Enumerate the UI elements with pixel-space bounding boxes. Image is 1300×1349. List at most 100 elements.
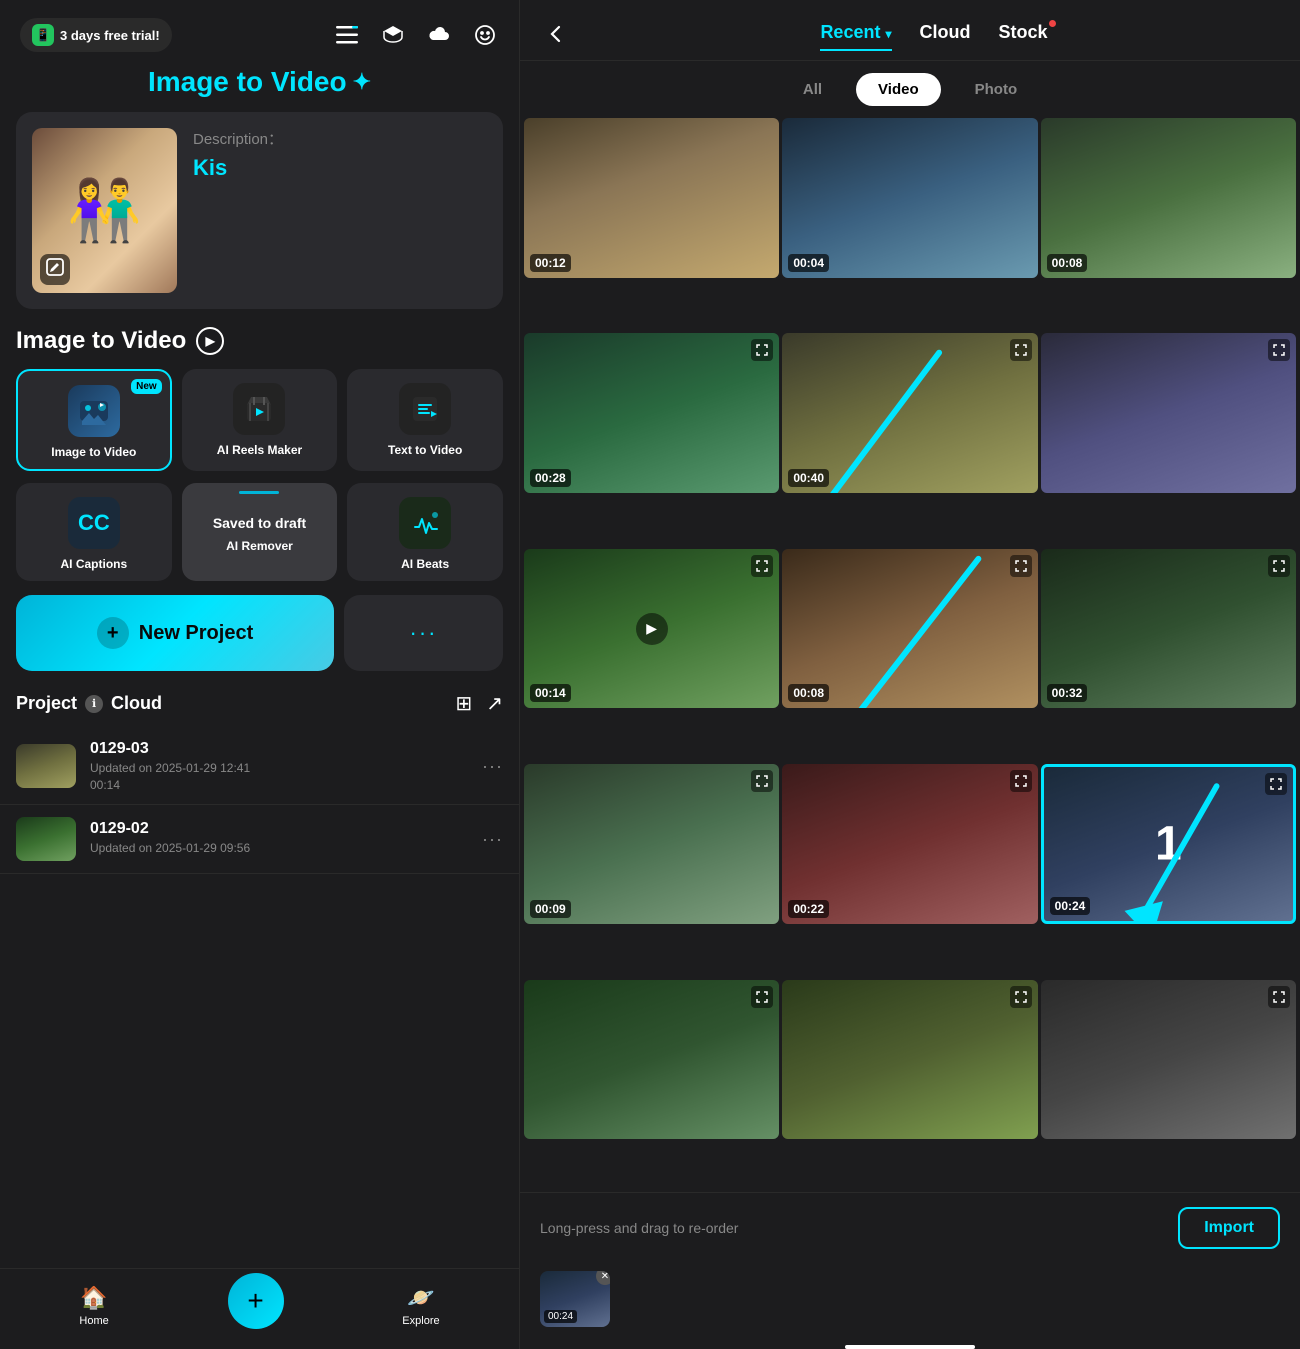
hero-info: Description： Kis: [193, 128, 487, 181]
expand-icon-11[interactable]: [1010, 770, 1032, 792]
cloud-icon[interactable]: [425, 21, 453, 49]
video-thumb-13[interactable]: [524, 980, 779, 1140]
expand-icon-15[interactable]: [1268, 986, 1290, 1008]
video-thumb-11[interactable]: 00:22: [782, 764, 1037, 924]
right-tabs: Recent ▾ Cloud Stock: [588, 22, 1280, 47]
cloud-label: Cloud: [111, 693, 162, 714]
play-icon-7[interactable]: ▶: [636, 613, 668, 645]
home-indicator: [845, 1345, 975, 1349]
nav-explore[interactable]: 🪐 Explore: [402, 1285, 439, 1327]
video-thumb-10[interactable]: 00:09: [524, 764, 779, 924]
video-thumb-1[interactable]: 00:12: [524, 118, 779, 278]
back-button[interactable]: [540, 18, 572, 50]
video-duration-11: 00:22: [788, 900, 829, 918]
video-duration-2: 00:04: [788, 254, 829, 272]
home-icon: 🏠: [80, 1285, 107, 1311]
tab-recent[interactable]: Recent ▾: [820, 22, 891, 47]
video-duration-9: 00:32: [1047, 684, 1088, 702]
project-more-2[interactable]: ···: [482, 829, 503, 850]
project-item-1[interactable]: 0129-03 Updated on 2025-01-29 12:41 00:1…: [0, 728, 519, 805]
import-button[interactable]: Import: [1178, 1207, 1280, 1249]
desc-value: Kis: [193, 155, 487, 181]
trial-badge[interactable]: 📱 3 days free trial!: [20, 18, 172, 52]
project-row: + New Project ···: [0, 595, 519, 671]
expand-icon-13[interactable]: [751, 986, 773, 1008]
graduation-icon[interactable]: [379, 21, 407, 49]
expand-icon-7[interactable]: [751, 555, 773, 577]
video-thumb-7[interactable]: ▶ 00:14: [524, 549, 779, 709]
video-thumb-5[interactable]: 00:40: [782, 333, 1037, 493]
project-header: Project ℹ Cloud ⊞ ↗: [0, 691, 519, 728]
project-duration-1: 00:14: [90, 778, 468, 792]
expand-icon-5[interactable]: [1010, 339, 1032, 361]
project-item-2[interactable]: 0129-02 Updated on 2025-01-29 09:56 ···: [0, 805, 519, 874]
video-thumb-8[interactable]: 00:08: [782, 549, 1037, 709]
edit-overlay[interactable]: [40, 254, 70, 285]
nav-home-label: Home: [79, 1315, 108, 1327]
feature-ai-remover[interactable]: Saved to draft AI Remover: [182, 483, 338, 581]
explore-icon: 🪐: [407, 1285, 434, 1311]
remove-selected-button[interactable]: ✕: [596, 1271, 610, 1285]
selected-strip: ✕ 00:24: [520, 1263, 1300, 1341]
new-project-button[interactable]: + New Project: [16, 595, 334, 671]
selected-preview-item[interactable]: ✕ 00:24: [540, 1271, 610, 1327]
feature-ai-beats[interactable]: AI Beats: [347, 483, 503, 581]
video-thumb-2[interactable]: 00:04: [782, 118, 1037, 278]
ai-reels-icon: [233, 383, 285, 435]
project-name-2: 0129-02: [90, 820, 468, 838]
feature-label-remover: AI Remover: [226, 539, 293, 553]
right-panel: Recent ▾ Cloud Stock All Video Photo 00:…: [520, 0, 1300, 1349]
expand-icon-12[interactable]: [1265, 773, 1287, 795]
video-thumb-14[interactable]: [782, 980, 1037, 1140]
feature-ai-captions[interactable]: CC AI Captions: [16, 483, 172, 581]
project-info-2: 0129-02 Updated on 2025-01-29 09:56: [90, 820, 468, 858]
video-thumb-9[interactable]: 00:32: [1041, 549, 1296, 709]
desc-label: Description：: [193, 128, 487, 149]
video-thumb-15[interactable]: [1041, 980, 1296, 1140]
video-thumb-6[interactable]: [1041, 333, 1296, 493]
project-more-1[interactable]: ···: [482, 756, 503, 777]
sparkle-icon: ✦: [353, 69, 371, 95]
app-icon: 📱: [32, 24, 54, 46]
nav-home[interactable]: 🏠 Home: [79, 1285, 108, 1327]
feature-ai-reels[interactable]: AI Reels Maker: [182, 369, 338, 471]
feature-label-reels: AI Reels Maker: [217, 443, 302, 457]
video-thumb-3[interactable]: 00:08: [1041, 118, 1296, 278]
saved-to-draft-text: Saved to draft: [213, 515, 306, 531]
video-duration-4: 00:28: [530, 469, 571, 487]
filter-all[interactable]: All: [781, 73, 844, 106]
expand-icon-14[interactable]: [1010, 986, 1032, 1008]
feature-text-to-video[interactable]: Text to Video: [347, 369, 503, 471]
filter-video[interactable]: Video: [856, 73, 941, 106]
top-bar: 📱 3 days free trial!: [0, 0, 519, 62]
ai-beats-icon: [399, 497, 451, 549]
info-icon[interactable]: ℹ: [85, 695, 103, 713]
tab-cloud[interactable]: Cloud: [920, 22, 971, 47]
feature-image-to-video[interactable]: New Image to Video: [16, 369, 172, 471]
feature-label-ttv: Text to Video: [388, 443, 462, 457]
expand-icon-8[interactable]: [1010, 555, 1032, 577]
play-circle-icon[interactable]: ▶: [196, 327, 224, 355]
expand-icon-9[interactable]: [1268, 555, 1290, 577]
nav-explore-label: Explore: [402, 1315, 439, 1327]
video-thumb-12[interactable]: 1 00:24: [1041, 764, 1296, 924]
emoji-icon[interactable]: [471, 21, 499, 49]
grid-view-icon[interactable]: ⊞: [455, 691, 472, 716]
filter-photo[interactable]: Photo: [953, 73, 1040, 106]
menu-icon[interactable]: [333, 21, 361, 49]
tab-stock[interactable]: Stock: [999, 22, 1048, 47]
video-duration-7: 00:14: [530, 684, 571, 702]
video-thumb-4[interactable]: 00:28: [524, 333, 779, 493]
hero-card: 👫 Description： Kis: [16, 112, 503, 309]
share-icon[interactable]: ↗: [486, 691, 503, 716]
plus-circle-icon: +: [97, 617, 129, 649]
project-actions: ⊞ ↗: [455, 691, 503, 716]
app-title-text: Image to Video: [148, 66, 347, 98]
expand-icon-6[interactable]: [1268, 339, 1290, 361]
expand-icon-4[interactable]: [751, 339, 773, 361]
feature-grid-row2: CC AI Captions Saved to draft AI Remover…: [0, 483, 519, 581]
more-button[interactable]: ···: [344, 595, 503, 671]
feature-label-captions: AI Captions: [60, 557, 127, 571]
expand-icon-10[interactable]: [751, 770, 773, 792]
nav-create-button[interactable]: +: [228, 1273, 284, 1329]
